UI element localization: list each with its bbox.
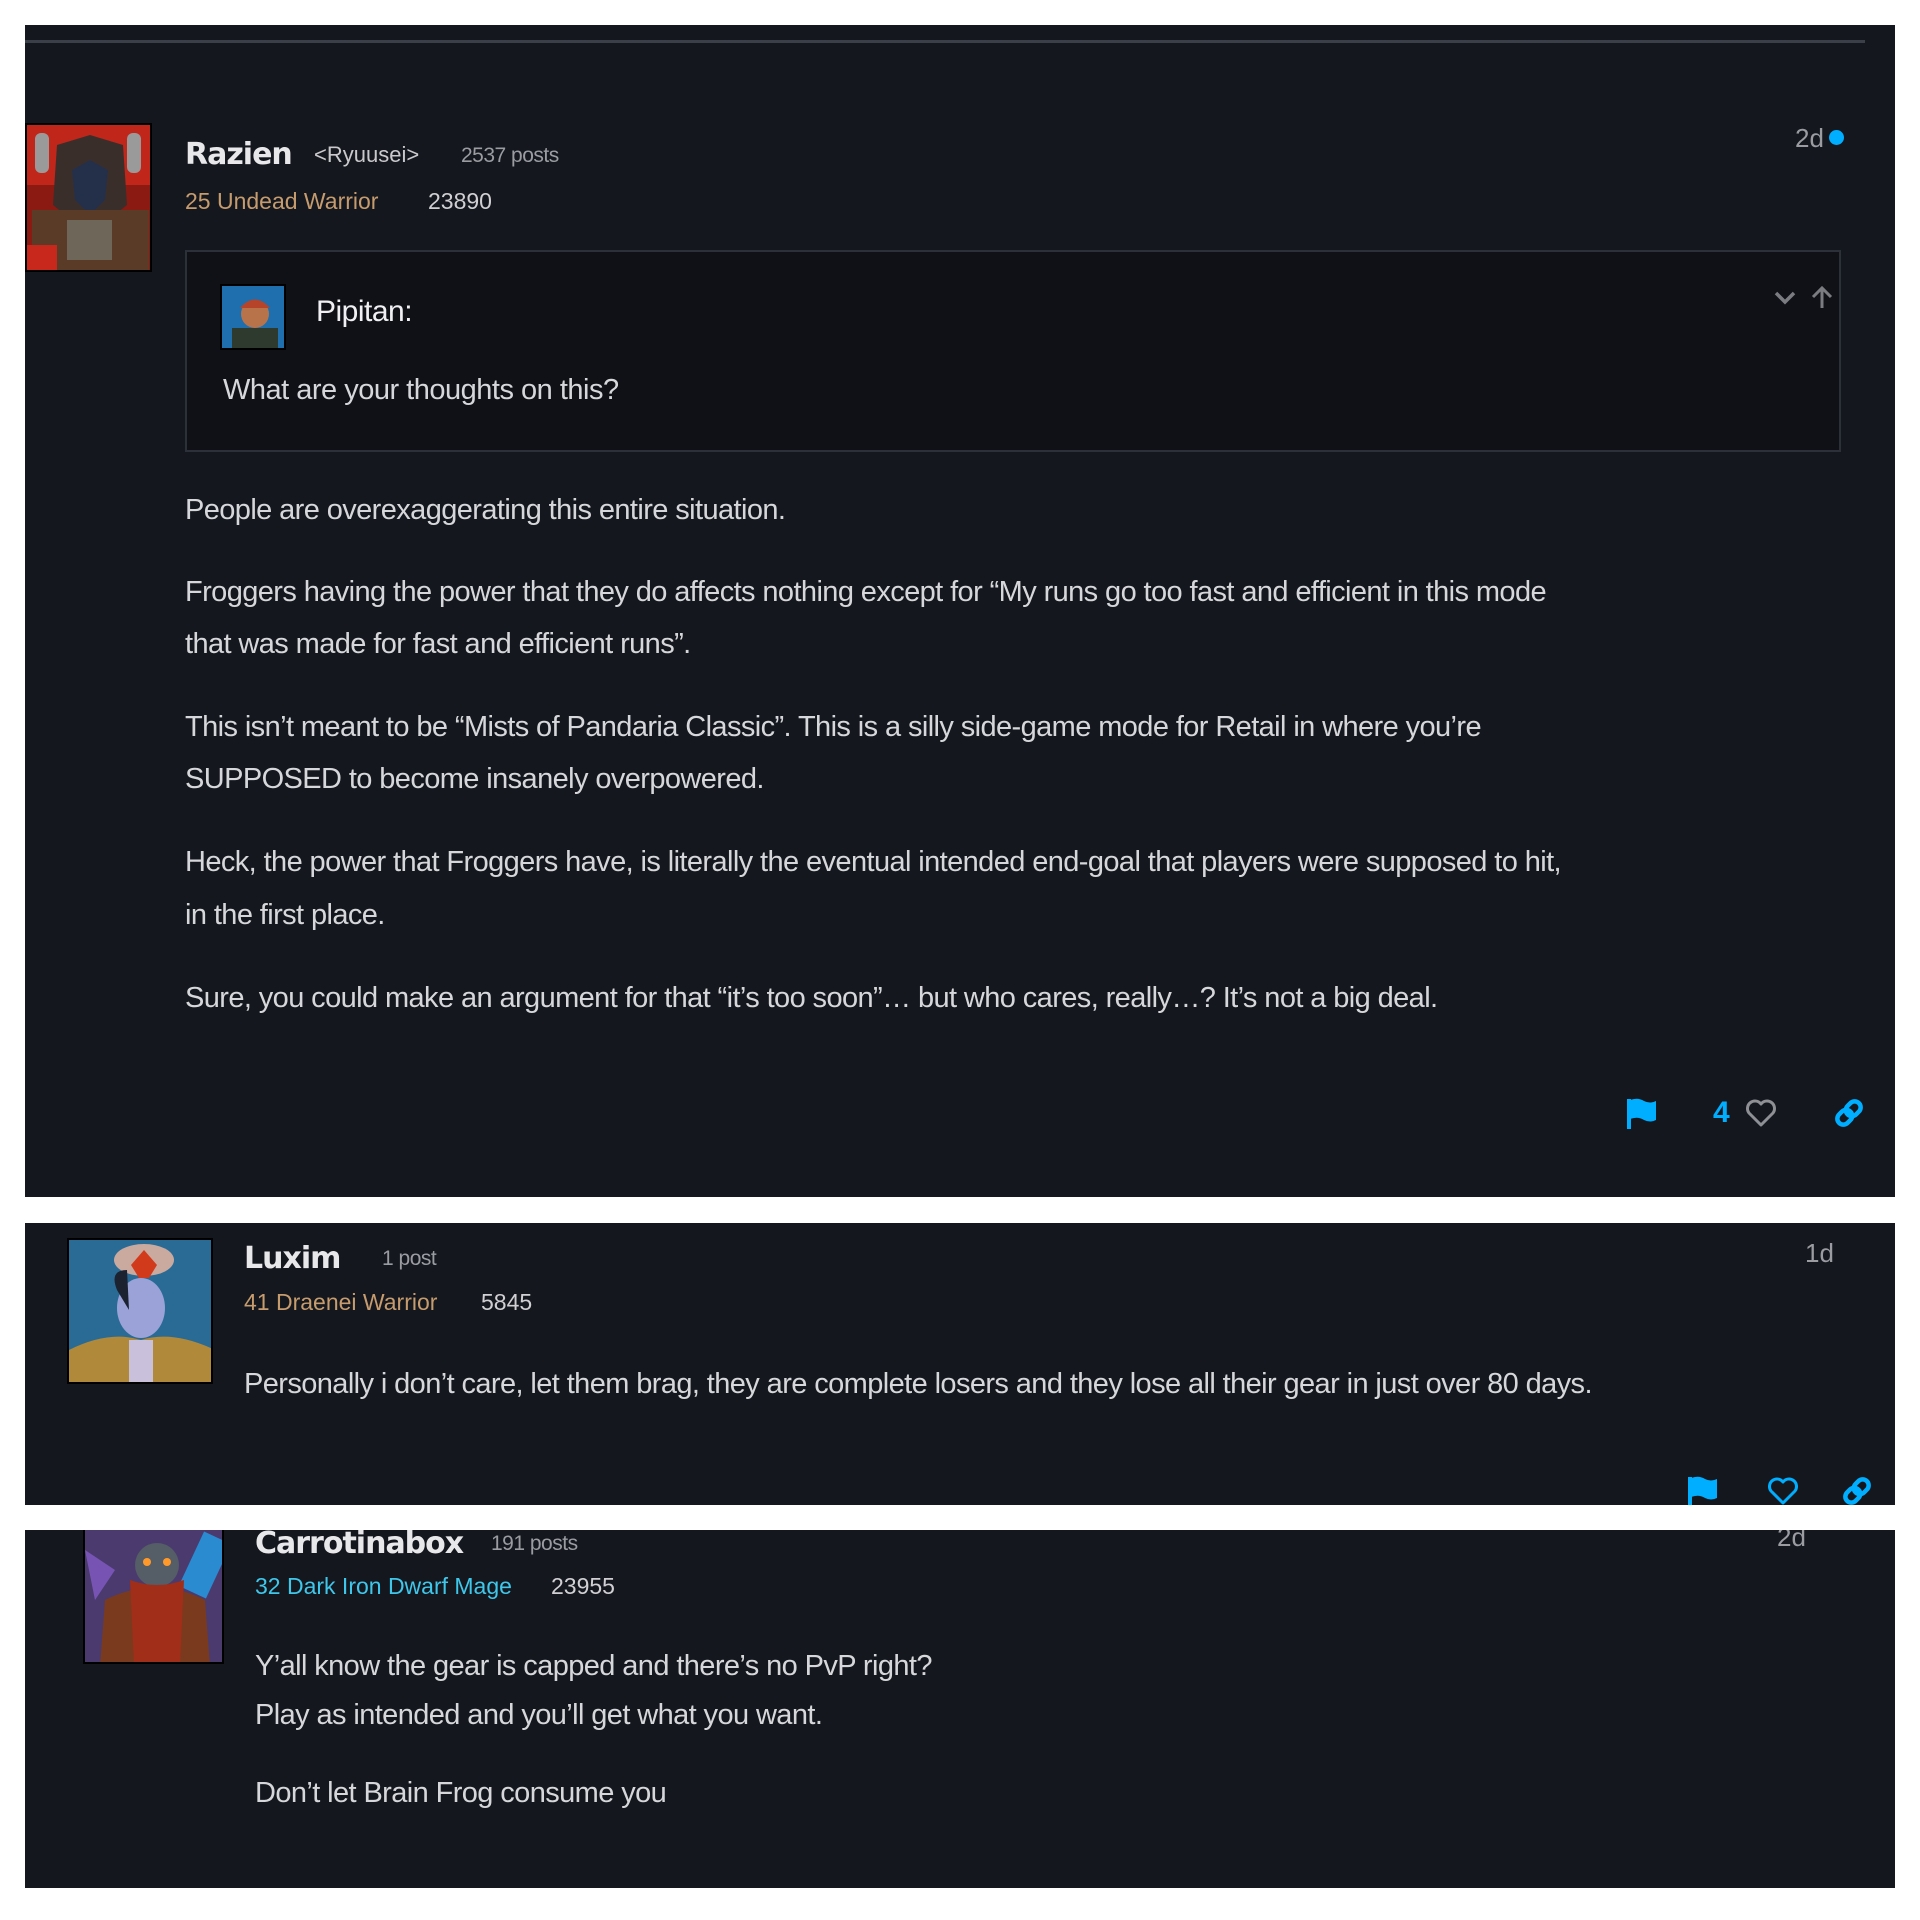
heart-outline-icon	[1746, 1099, 1776, 1127]
post-razien: Razien <Ryuusei> 2537 posts 25 Undead Wa…	[25, 25, 1895, 1197]
post-time[interactable]: 2d	[1795, 123, 1824, 153]
draenei-warrior-avatar	[69, 1240, 211, 1382]
gnome-avatar	[222, 286, 284, 348]
expand-quote-button[interactable]	[1770, 282, 1800, 312]
paragraph: Personally i don’t care, let them brag, …	[244, 1368, 1593, 1400]
paragraph: Sure, you could make an argument for tha…	[185, 982, 1438, 1014]
character-info[interactable]: 25 Undead Warrior	[185, 187, 378, 215]
quote-avatar[interactable]	[220, 284, 286, 350]
arrow-up-icon	[1811, 285, 1833, 308]
achievement-score: 23955	[551, 1573, 615, 1599]
author-name[interactable]: Carrotinabox	[255, 1530, 464, 1562]
chevron-down-icon	[1774, 291, 1796, 305]
post-count: 2537 posts	[461, 144, 559, 167]
avatar-carrotinabox[interactable]	[83, 1530, 224, 1664]
achievement-score: 5845	[481, 1289, 533, 1315]
author-name[interactable]: Razien	[185, 137, 293, 173]
paragraph-line: SUPPOSED to become insanely overpowered.	[185, 763, 764, 795]
author-name[interactable]: Luxim	[244, 1241, 341, 1277]
post-time[interactable]: 1d	[1805, 1238, 1834, 1268]
like-count: 4	[1713, 1096, 1730, 1129]
paragraph: Don’t let Brain Frog consume you	[255, 1777, 667, 1809]
jump-to-quote-button[interactable]	[1807, 282, 1837, 312]
post-count: 191 posts	[491, 1532, 578, 1555]
avatar-luxim[interactable]	[67, 1238, 213, 1384]
avatar-razien[interactable]	[25, 123, 152, 272]
heart-outline-icon	[1768, 1477, 1798, 1505]
post-luxim: Luxim 1 post 41 Draenei Warrior 5845 1d …	[25, 1223, 1895, 1505]
link-icon	[1843, 1477, 1871, 1505]
topic-divider	[25, 40, 1865, 43]
flag-button[interactable]	[1623, 1095, 1659, 1131]
quote-block: Pipitan: What are your thoughts on this?	[185, 250, 1841, 452]
quote-author[interactable]: Pipitan:	[316, 294, 413, 330]
share-link-button[interactable]	[1839, 1473, 1875, 1505]
like-button[interactable]	[1743, 1095, 1779, 1131]
dark-iron-dwarf-mage-avatar	[85, 1530, 222, 1662]
character-info[interactable]: 32 Dark Iron Dwarf Mage	[255, 1572, 512, 1600]
paragraph-line: Froggers having the power that they do a…	[185, 576, 1547, 608]
post-carrotinabox: Carrotinabox 191 posts 32 Dark Iron Dwar…	[25, 1530, 1895, 1888]
paragraph-line: in the first place.	[185, 899, 385, 931]
post-time[interactable]: 2d	[1777, 1530, 1806, 1552]
unread-dot-icon	[1829, 130, 1844, 145]
like-button[interactable]	[1765, 1473, 1801, 1505]
flag-icon	[1627, 1098, 1656, 1129]
paragraph-line: Y’all know the gear is capped and there’…	[255, 1650, 932, 1682]
link-icon	[1835, 1099, 1863, 1127]
undead-warrior-avatar	[27, 125, 150, 270]
paragraph-line: Play as intended and you’ll get what you…	[255, 1699, 823, 1731]
paragraph-line: This isn’t meant to be “Mists of Pandari…	[185, 711, 1482, 743]
share-link-button[interactable]	[1831, 1095, 1867, 1131]
flag-icon	[1688, 1476, 1717, 1505]
quote-text: What are your thoughts on this?	[223, 374, 619, 406]
paragraph-line: that was made for fast and efficient run…	[185, 628, 691, 660]
paragraph: People are overexaggerating this entire …	[185, 494, 786, 526]
achievement-score: 23890	[428, 188, 492, 214]
character-info[interactable]: 41 Draenei Warrior	[244, 1288, 437, 1316]
guild-name[interactable]: <Ryuusei>	[314, 141, 419, 169]
post-count: 1 post	[382, 1247, 437, 1270]
paragraph-line: Heck, the power that Froggers have, is l…	[185, 846, 1562, 878]
flag-button[interactable]	[1684, 1473, 1720, 1505]
